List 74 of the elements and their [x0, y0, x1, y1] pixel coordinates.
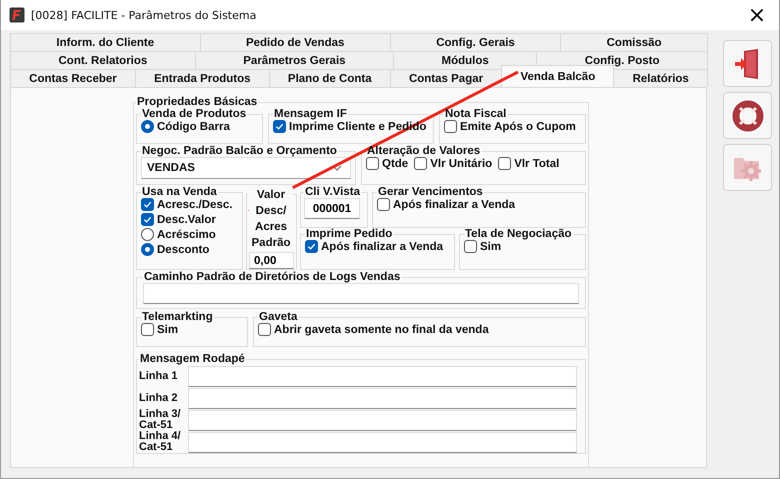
checkbox-option[interactable]: Após finalizar a Venda [305, 240, 444, 253]
radio-option[interactable]: Acréscimo [141, 228, 216, 241]
checkmark-icon [275, 122, 284, 131]
checkbox[interactable] [464, 240, 477, 253]
group-title: Cli V.Vista [304, 186, 361, 198]
input-field[interactable] [188, 410, 577, 430]
checkbox[interactable] [305, 240, 318, 253]
radio-option[interactable]: Código Barra [141, 120, 230, 133]
checkbox-option[interactable]: Vlr Unitário [414, 157, 492, 170]
checkbox[interactable] [273, 120, 286, 133]
caret-icon [332, 165, 342, 171]
checkbox[interactable] [258, 323, 271, 336]
radio-button[interactable] [141, 243, 154, 256]
window-title: [0028] FACILITE - Parâmetros do Sistema [31, 8, 256, 22]
checkbox-option[interactable]: Qtde [366, 157, 408, 170]
input-field[interactable] [188, 366, 577, 386]
checkbox[interactable] [141, 323, 154, 336]
tab[interactable]: Config. Posto [536, 51, 708, 69]
group-title: Mensagem Rodapé [139, 353, 246, 365]
tab[interactable]: Cont. Relatorios [10, 51, 196, 69]
checkbox-option[interactable]: Após finalizar a Venda [377, 198, 516, 211]
checkbox-option[interactable]: Sim [464, 240, 502, 253]
field-label: Linha 1 [139, 370, 179, 382]
input-field[interactable] [143, 283, 579, 304]
tab[interactable]: Inform. do Cliente [10, 33, 201, 51]
close-button[interactable]: × [735, 0, 779, 30]
group-title: Alteração de Valores [366, 145, 482, 157]
group-title: Usa na Venda [141, 186, 218, 198]
checkbox[interactable] [444, 120, 457, 133]
field-label: Linha 3/ Cat-51 [139, 409, 182, 431]
group-title: Propriedades Básicas [136, 96, 258, 108]
exit-button[interactable] [723, 40, 772, 87]
checkbox[interactable] [366, 157, 379, 170]
input-field[interactable]: 000001 [304, 198, 360, 219]
tab[interactable]: Comissão [560, 33, 708, 51]
group-title: Mensagem IF [273, 108, 348, 120]
field-label: Linha 2 [139, 392, 179, 404]
dropdown[interactable]: VENDAS [141, 157, 351, 179]
checkbox-option[interactable]: Desc.Valor [141, 213, 216, 226]
group-title: Gaveta [258, 311, 298, 323]
tab[interactable]: Config. Gerais [390, 33, 562, 51]
checkbox-option[interactable]: Vlr Total [498, 157, 560, 170]
input-field[interactable]: 0,00 [249, 252, 294, 269]
tab[interactable]: Relatórios [613, 69, 708, 87]
input-field[interactable] [188, 388, 577, 408]
help-button[interactable] [723, 92, 772, 139]
group-title: Nota Fiscal [444, 108, 508, 120]
radio-button[interactable] [141, 228, 154, 241]
radio-option[interactable]: Desconto [141, 243, 210, 256]
checkbox-option[interactable]: Acresc./Desc. [141, 198, 232, 211]
lifebuoy-icon [732, 100, 764, 132]
checkmark-icon [307, 242, 316, 251]
tab[interactable]: Venda Balcão [501, 65, 614, 87]
checkbox-option[interactable]: Emite Após o Cupom [444, 120, 576, 133]
checkbox[interactable] [414, 157, 428, 170]
app-logo-icon [9, 7, 25, 23]
checkbox[interactable] [377, 198, 390, 211]
group-title: Venda de Produtos [141, 108, 248, 120]
group-title: Telemarkting [141, 311, 214, 323]
tab[interactable]: Contas Receber [10, 69, 136, 87]
group-title: Caminho Padrão de Diretórios de Logs Vendas [143, 271, 402, 283]
input-field[interactable] [188, 432, 577, 452]
checkbox[interactable] [141, 213, 154, 226]
group-title: Imprime Pedido [305, 228, 394, 240]
group-title: Tela de Negociação [464, 228, 573, 240]
checkbox[interactable] [498, 157, 512, 170]
group-title: Gerar Vencimentos [377, 186, 484, 198]
field-label: Linha 4/ Cat-51 [139, 431, 182, 453]
checkbox[interactable] [141, 198, 154, 211]
group-title: Negoc. Padrão Balcão e Orçamento [141, 145, 338, 157]
checkbox-option[interactable]: Sim [141, 323, 178, 336]
checkbox-option[interactable]: Abrir gaveta somente no final da venda [258, 323, 489, 336]
tab[interactable]: Contas Pagar [390, 69, 502, 87]
radio-button[interactable] [141, 120, 154, 133]
